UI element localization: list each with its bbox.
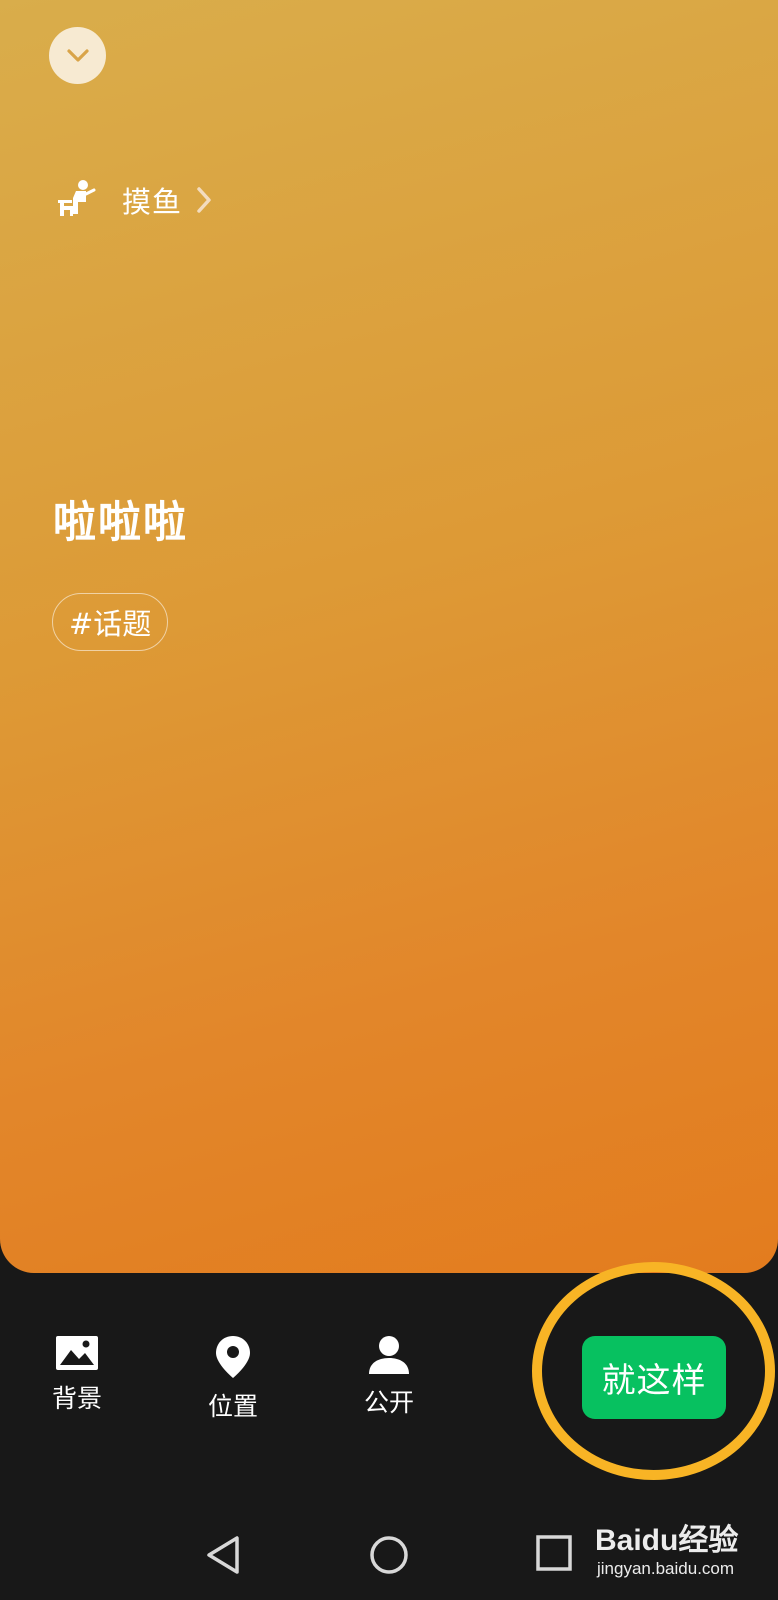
nav-back-button[interactable] — [205, 1535, 241, 1579]
highlight-ring — [532, 1262, 775, 1480]
post-text[interactable]: 啦啦啦 — [53, 488, 188, 550]
nav-home-button[interactable] — [369, 1535, 409, 1579]
background-button[interactable]: 背景 — [27, 1335, 127, 1415]
topic-tag-button[interactable]: #话题 — [52, 593, 169, 651]
location-label: 位置 — [207, 1392, 258, 1421]
watermark-url: jingyan.baidu.com — [597, 1559, 735, 1578]
location-button[interactable]: 位置 — [183, 1335, 283, 1423]
visibility-label: 公开 — [363, 1388, 414, 1417]
nav-recents-button[interactable] — [536, 1535, 572, 1575]
status-label: 摸鱼 — [122, 185, 183, 219]
status-card: 摸鱼 啦啦啦 #话题 — [0, 0, 778, 1273]
chevron-down-icon — [66, 48, 89, 62]
watermark: Baidu经验 jingyan.baidu.com — [595, 1515, 775, 1579]
chevron-right-icon — [196, 186, 212, 214]
home-circle-icon — [370, 1536, 408, 1574]
location-pin-icon — [216, 1336, 250, 1378]
collapse-button[interactable] — [49, 27, 106, 84]
person-icon — [369, 1336, 409, 1374]
visibility-button[interactable]: 公开 — [339, 1335, 439, 1419]
recents-square-icon — [536, 1535, 572, 1571]
background-label: 背景 — [51, 1384, 102, 1413]
status-selector[interactable]: 摸鱼 — [56, 172, 212, 228]
person-at-desk-icon — [56, 178, 96, 222]
image-icon — [56, 1336, 98, 1370]
back-triangle-icon — [207, 1536, 239, 1574]
watermark-brand: Baidu经验 — [595, 1524, 739, 1557]
